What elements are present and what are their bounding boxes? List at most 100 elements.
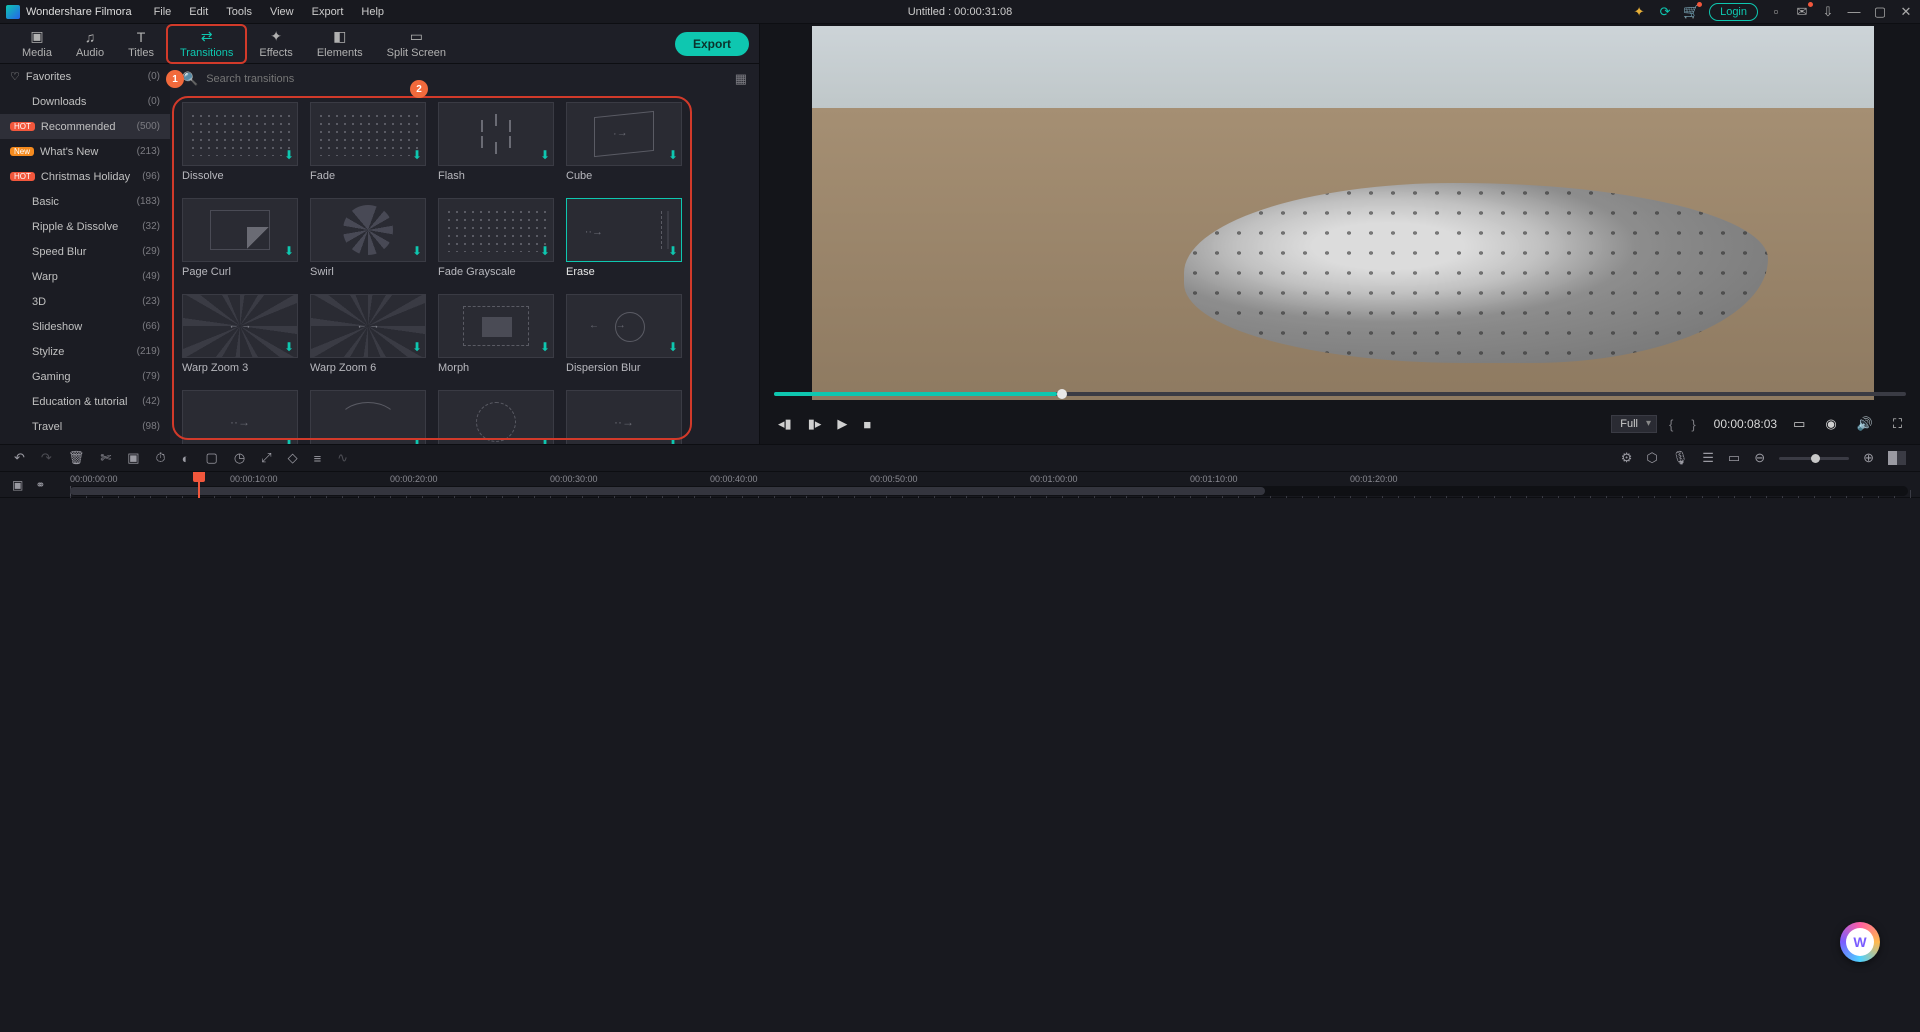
sidebar-item-basic[interactable]: Basic(183) xyxy=(0,189,170,214)
download-icon[interactable]: ⬇ xyxy=(668,148,678,162)
minimize-icon[interactable]: — xyxy=(1846,4,1862,20)
transition-item-page-curl[interactable]: ⬇Page Curl xyxy=(182,198,298,278)
download-icon[interactable]: ⬇ xyxy=(284,340,294,354)
preview-progress[interactable] xyxy=(774,392,1906,396)
download-icon[interactable]: ⬇ xyxy=(284,148,294,162)
login-button[interactable]: Login xyxy=(1709,3,1758,21)
snapshot-icon[interactable]: ◉ xyxy=(1821,414,1840,434)
volume-icon[interactable]: 🔊 xyxy=(1853,414,1877,434)
crop-icon[interactable]: ▣ xyxy=(127,450,139,466)
transition-item-unnamed[interactable]: ⬇ xyxy=(438,390,554,444)
render-icon[interactable]: ⚙ xyxy=(1621,450,1633,466)
sidebar-item-speed-blur[interactable]: Speed Blur(29) xyxy=(0,239,170,264)
menu-export[interactable]: Export xyxy=(304,4,352,20)
duration-icon[interactable]: ◷ xyxy=(234,450,245,466)
download-icon[interactable]: ⬇ xyxy=(412,340,422,354)
download-icon[interactable]: ⬇ xyxy=(284,244,294,258)
display-icon[interactable]: ▭ xyxy=(1789,414,1809,434)
refresh-icon[interactable]: ⟳ xyxy=(1657,4,1673,20)
tab-transitions[interactable]: ⇄Transitions xyxy=(166,24,247,64)
transition-item-flash[interactable]: ⬇Flash xyxy=(438,102,554,182)
sidebar-item-christmas-holiday[interactable]: HOTChristmas Holiday(96) xyxy=(0,164,170,189)
filmora-avatar-icon[interactable] xyxy=(1840,922,1880,962)
close-icon[interactable]: ✕ xyxy=(1898,4,1914,20)
sidebar-item-favorites[interactable]: ♡Favorites(0) xyxy=(0,64,170,89)
sidebar-item-slideshow[interactable]: Slideshow(66) xyxy=(0,314,170,339)
voiceover-icon[interactable]: 🎙 xyxy=(1672,450,1689,466)
snap-icon[interactable]: ▭ xyxy=(1728,450,1740,466)
sidebar-item-gaming[interactable]: Gaming(79) xyxy=(0,364,170,389)
sidebar-item-warp[interactable]: Warp(49) xyxy=(0,264,170,289)
transition-item-morph[interactable]: ⬇Morph xyxy=(438,294,554,374)
colormatch-icon[interactable]: ◐ xyxy=(182,451,190,466)
timeline-options-icon[interactable]: ▣ xyxy=(12,478,23,492)
grid-view-icon[interactable]: ▦ xyxy=(735,71,747,87)
sidebar-item-recommended[interactable]: HOTRecommended(500) xyxy=(0,114,170,139)
sidebar-item-ripple-dissolve[interactable]: Ripple & Dissolve(32) xyxy=(0,214,170,239)
lightbulb-icon[interactable]: ✦ xyxy=(1631,4,1647,20)
transition-item-fade-grayscale[interactable]: ⬇Fade Grayscale xyxy=(438,198,554,278)
split-icon[interactable]: ✄ xyxy=(100,450,111,466)
cart-icon[interactable]: 🛒 xyxy=(1683,4,1699,20)
delete-icon[interactable]: 🗑 xyxy=(68,450,85,466)
tab-splitscreen[interactable]: ▭Split Screen xyxy=(375,24,458,64)
download-icon[interactable]: ⬇ xyxy=(668,436,678,444)
marker-icon[interactable]: ⬡ xyxy=(1646,450,1657,466)
menu-help[interactable]: Help xyxy=(353,4,392,20)
track-size-toggle[interactable] xyxy=(1888,451,1906,465)
download-icon[interactable]: ⬇ xyxy=(284,436,294,444)
transition-item-fade[interactable]: ⬇Fade xyxy=(310,102,426,182)
audio-wave-icon[interactable]: ∿ xyxy=(337,450,348,466)
download-icon[interactable]: ⬇ xyxy=(668,340,678,354)
preview-quality-select[interactable]: Full xyxy=(1611,415,1657,433)
download-icon[interactable]: ⬇ xyxy=(412,148,422,162)
sidebar-item-travel[interactable]: Travel(98) xyxy=(0,414,170,439)
adjust-icon[interactable]: ≡ xyxy=(314,451,322,466)
cloud-download-icon[interactable]: ⇩ xyxy=(1820,4,1836,20)
undo-icon[interactable]: ↶ xyxy=(14,450,25,466)
save-icon[interactable]: ▫ xyxy=(1768,4,1784,20)
tab-media[interactable]: ▣Media xyxy=(10,24,64,64)
transition-item-unnamed[interactable]: ··→⬇ xyxy=(182,390,298,444)
freeze-icon[interactable]: ▢ xyxy=(206,450,218,466)
fullscreen-icon[interactable]: ⛶ xyxy=(1889,414,1906,434)
preview-viewport[interactable] xyxy=(812,26,1874,400)
stop-button[interactable]: ■ xyxy=(859,415,875,434)
timeline-scrollbar[interactable] xyxy=(70,486,1908,496)
tab-titles[interactable]: TTitles xyxy=(116,24,166,64)
playhead[interactable] xyxy=(198,472,200,498)
keyframe-icon[interactable]: ◇ xyxy=(288,450,298,466)
download-icon[interactable]: ⬇ xyxy=(412,244,422,258)
menu-edit[interactable]: Edit xyxy=(181,4,216,20)
tab-audio[interactable]: ♫Audio xyxy=(64,24,116,64)
next-frame-button[interactable]: ▮▸ xyxy=(804,414,826,434)
speed-icon[interactable]: ⏱ xyxy=(156,450,166,466)
sidebar-item-3d[interactable]: 3D(23) xyxy=(0,289,170,314)
download-icon[interactable]: ⬇ xyxy=(540,340,550,354)
export-button[interactable]: Export xyxy=(675,32,749,56)
sidebar-item-education-tutorial[interactable]: Education & tutorial(42) xyxy=(0,389,170,414)
download-icon[interactable]: ⬇ xyxy=(540,436,550,444)
mixer-icon[interactable]: ☰ xyxy=(1702,450,1714,466)
transition-item-cube[interactable]: ⬇Cube xyxy=(566,102,682,182)
zoom-slider[interactable] xyxy=(1779,457,1849,460)
download-icon[interactable]: ⬇ xyxy=(540,244,550,258)
menu-view[interactable]: View xyxy=(262,4,302,20)
redo-icon[interactable]: ↷ xyxy=(41,450,52,466)
search-input[interactable] xyxy=(206,73,727,85)
download-icon[interactable]: ⬇ xyxy=(540,148,550,162)
zoom-out-icon[interactable]: ⊖ xyxy=(1754,450,1765,466)
transition-item-warp-zoom-3[interactable]: ⬇Warp Zoom 3 xyxy=(182,294,298,374)
sidebar-item-what-s-new[interactable]: NewWhat's New(213) xyxy=(0,139,170,164)
play-button[interactable]: ▶ xyxy=(833,414,851,434)
menu-file[interactable]: File xyxy=(146,4,180,20)
transition-item-dispersion-blur[interactable]: ⬇Dispersion Blur xyxy=(566,294,682,374)
download-icon[interactable]: ⬇ xyxy=(412,436,422,444)
mark-in-icon[interactable]: { xyxy=(1669,417,1679,432)
transition-item-warp-zoom-6[interactable]: ⬇Warp Zoom 6 xyxy=(310,294,426,374)
maximize-icon[interactable]: ▢ xyxy=(1872,4,1888,20)
sidebar-item-downloads[interactable]: Downloads(0) xyxy=(0,89,170,114)
menu-tools[interactable]: Tools xyxy=(218,4,260,20)
transition-item-swirl[interactable]: ⬇Swirl xyxy=(310,198,426,278)
detach-icon[interactable]: ⤢ xyxy=(261,450,271,466)
